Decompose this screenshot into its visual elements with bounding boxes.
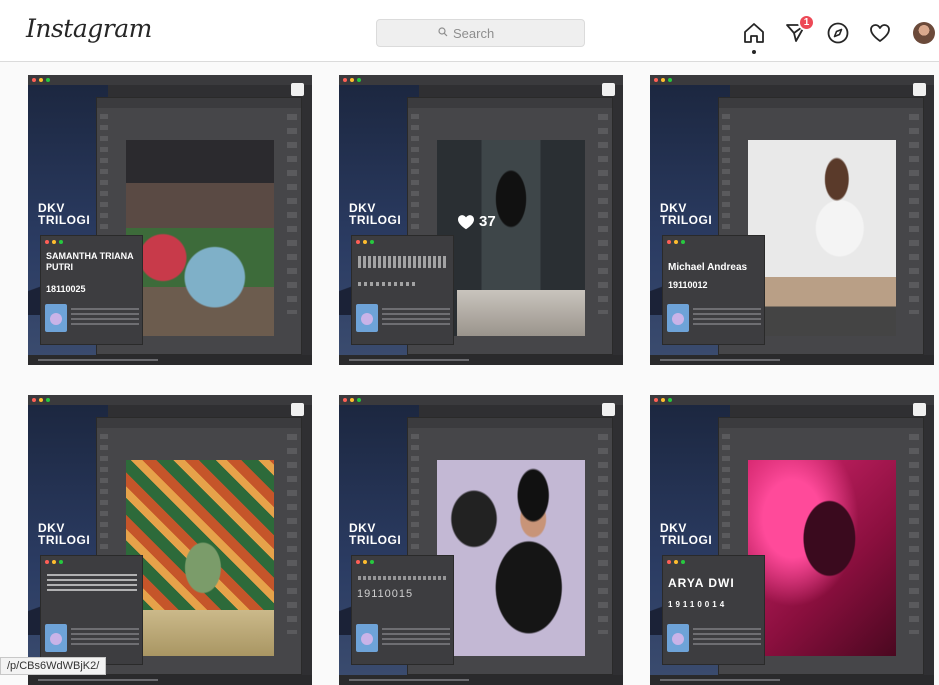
explore-compass-icon[interactable] — [825, 20, 851, 46]
profile-avatar[interactable] — [913, 22, 935, 44]
student-name: ARYA DWI — [668, 576, 735, 590]
file-icon — [45, 624, 67, 652]
student-card: ARYA DWI 19110014 — [662, 555, 765, 665]
student-card: Michael Andreas 19110012 — [662, 235, 765, 345]
instagram-logo[interactable]: Instagram — [26, 14, 152, 43]
post-tile[interactable]: DKV TRILOGI SAMANTHA TRIANA PUTRI 181100… — [28, 75, 312, 365]
top-navigation-bar: Instagram 1 — [0, 0, 939, 62]
student-card — [351, 235, 454, 345]
post-tile[interactable]: DKV TRILOGI 19110015 — [339, 395, 623, 685]
direct-badge: 1 — [798, 14, 815, 31]
post-tile[interactable]: DKV TRILOGI — [28, 395, 312, 685]
file-icon — [667, 624, 689, 652]
search-input[interactable] — [453, 25, 523, 41]
activity-heart-icon[interactable] — [867, 20, 893, 46]
multi-image-icon — [602, 83, 615, 96]
post-photo — [437, 460, 585, 656]
heart-icon — [458, 214, 474, 229]
file-icon — [45, 304, 67, 332]
post-tile[interactable]: DKV TRILOGI 37 — [339, 75, 623, 365]
file-icon — [356, 624, 378, 652]
window-titlebar — [28, 75, 312, 85]
file-icon — [667, 304, 689, 332]
post-photo — [748, 460, 896, 656]
multi-image-icon — [602, 403, 615, 416]
student-id: 18110025 — [46, 284, 86, 294]
student-name: SAMANTHA TRIANA PUTRI — [46, 251, 134, 272]
multi-image-icon — [291, 403, 304, 416]
student-id: 19110015 — [357, 588, 414, 600]
brand-label: DKV TRILOGI — [38, 201, 91, 227]
post-tile[interactable]: DKV TRILOGI ARYA DWI 19110014 — [650, 395, 934, 685]
student-card: SAMANTHA TRIANA PUTRI 18110025 — [40, 235, 143, 345]
brand-label: DKV TRILOGI — [349, 521, 402, 547]
search-box[interactable] — [376, 19, 585, 47]
likes-count: 37 — [479, 213, 496, 230]
post-tile[interactable]: DKV TRILOGI Michael Andreas 19110012 — [650, 75, 934, 365]
likes-overlay: 37 — [457, 213, 496, 230]
status-bar-url: /p/CBs6WdWBjK2/ — [0, 657, 107, 675]
multi-image-icon — [291, 83, 304, 96]
student-card: 19110015 — [351, 555, 454, 665]
multi-image-icon — [913, 83, 926, 96]
brand-label: DKV TRILOGI — [660, 201, 713, 227]
brand-label: DKV TRILOGI — [38, 521, 91, 547]
student-card — [40, 555, 143, 665]
search-icon — [438, 26, 448, 40]
file-icon — [356, 304, 378, 332]
multi-image-icon — [913, 403, 926, 416]
student-id: 19110012 — [668, 280, 708, 290]
direct-message-icon[interactable]: 1 — [783, 14, 815, 46]
post-photo — [748, 140, 896, 336]
post-photo — [126, 140, 274, 336]
brand-label: DKV TRILOGI — [349, 201, 402, 227]
brand-label: DKV TRILOGI — [660, 521, 713, 547]
student-id: 19110014 — [668, 600, 728, 609]
student-name: Michael Andreas — [668, 262, 748, 273]
active-indicator — [752, 50, 756, 54]
home-icon[interactable] — [741, 20, 767, 46]
